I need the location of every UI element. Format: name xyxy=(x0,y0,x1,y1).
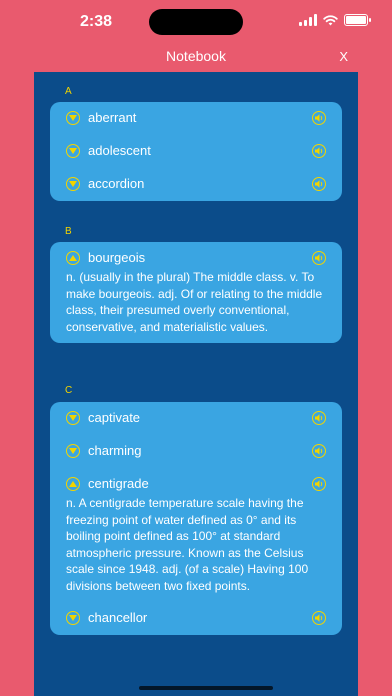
word-definition: n. (usually in the plural) The middle cl… xyxy=(66,270,323,334)
speaker-icon[interactable] xyxy=(312,111,326,125)
chevron-down-icon[interactable] xyxy=(66,177,80,191)
list-item-expanded[interactable]: bourgeois xyxy=(50,242,342,275)
word-label: bourgeois xyxy=(88,250,146,265)
list-item[interactable]: charming xyxy=(50,435,342,468)
section-header-c: C xyxy=(65,385,73,396)
speaker-icon[interactable] xyxy=(312,144,326,158)
chevron-down-icon[interactable] xyxy=(66,411,80,425)
chevron-down-icon[interactable] xyxy=(66,111,80,125)
list-item[interactable]: aberrant xyxy=(50,102,342,135)
word-label: chancellor xyxy=(88,610,148,625)
speaker-icon[interactable] xyxy=(312,444,326,458)
list-item[interactable]: captivate xyxy=(50,402,342,435)
notebook-list[interactable]: A aberrant adolescent accordion B bourge… xyxy=(34,72,358,696)
speaker-icon[interactable] xyxy=(312,251,326,265)
list-item[interactable]: chancellor xyxy=(50,602,342,635)
status-icons xyxy=(299,14,371,26)
close-button[interactable]: X xyxy=(339,49,348,64)
chevron-up-icon[interactable] xyxy=(66,251,80,265)
camera-notch xyxy=(149,9,243,35)
home-indicator xyxy=(139,686,273,690)
page-title: Notebook xyxy=(166,48,226,64)
word-label: accordion xyxy=(88,176,145,191)
battery-icon xyxy=(344,14,371,26)
word-label: captivate xyxy=(88,410,141,425)
status-time: 2:38 xyxy=(80,13,113,30)
status-bar: 2:38 xyxy=(0,0,392,44)
wifi-icon xyxy=(323,15,338,26)
section-header-a: A xyxy=(65,86,72,97)
speaker-icon[interactable] xyxy=(312,477,326,491)
list-item[interactable]: accordion xyxy=(50,168,342,201)
section-card-b: bourgeois n. (usually in the plural) The… xyxy=(50,242,342,343)
chevron-down-icon[interactable] xyxy=(66,444,80,458)
chevron-down-icon[interactable] xyxy=(66,144,80,158)
section-card-c: captivate charming centigrade n. A centi… xyxy=(50,402,342,635)
word-definition: n. A centigrade temperature scale having… xyxy=(66,496,309,593)
chevron-up-icon[interactable] xyxy=(66,477,80,491)
word-label: centigrade xyxy=(88,476,149,491)
section-card-a: aberrant adolescent accordion xyxy=(50,102,342,201)
speaker-icon[interactable] xyxy=(312,411,326,425)
cellular-signal-icon xyxy=(299,14,317,26)
section-header-b: B xyxy=(65,226,72,237)
speaker-icon[interactable] xyxy=(312,611,326,625)
speaker-icon[interactable] xyxy=(312,177,326,191)
list-item-expanded[interactable]: centigrade xyxy=(50,468,342,501)
word-label: adolescent xyxy=(88,143,151,158)
chevron-down-icon[interactable] xyxy=(66,611,80,625)
word-label: aberrant xyxy=(88,110,137,125)
nav-bar: Notebook X xyxy=(0,44,392,72)
list-item[interactable]: adolescent xyxy=(50,135,342,168)
word-label: charming xyxy=(88,443,142,458)
